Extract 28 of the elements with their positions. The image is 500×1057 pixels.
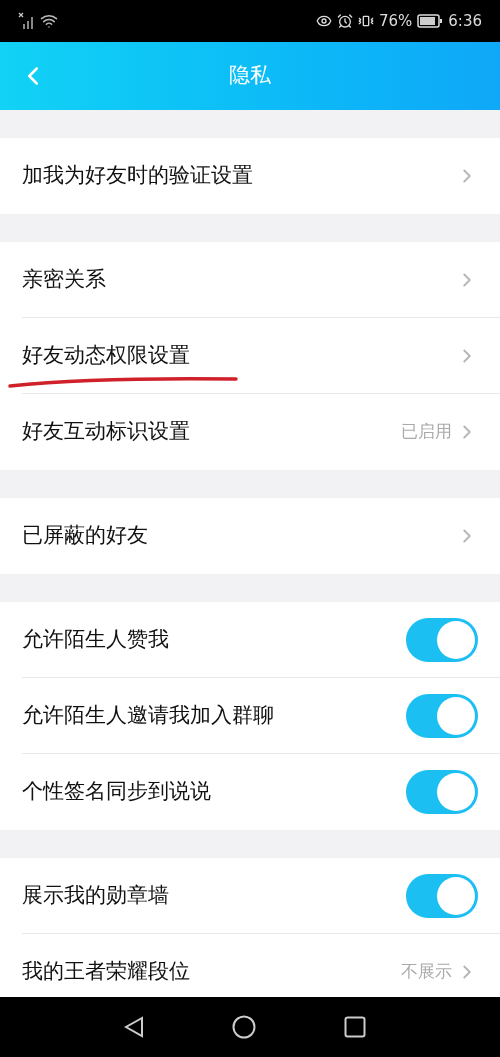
setting-label: 个性签名同步到说说 — [22, 778, 211, 806]
setting-value: 不展示 — [401, 960, 452, 984]
setting-label: 允许陌生人邀请我加入群聊 — [22, 702, 274, 730]
battery-percent: 76% — [378, 10, 413, 32]
toggle-switch[interactable] — [406, 874, 478, 918]
wifi-icon — [40, 12, 58, 30]
recents-square-icon[interactable] — [344, 1016, 366, 1038]
setting-label: 已屏蔽的好友 — [22, 522, 148, 550]
toggle-switch[interactable] — [406, 618, 478, 662]
clock-time: 6:36 — [448, 10, 482, 32]
page-title: 隐私 — [229, 62, 271, 90]
alarm-icon — [336, 13, 353, 29]
setting-label: 展示我的勋章墙 — [22, 882, 169, 910]
home-circle-icon[interactable] — [232, 1015, 256, 1039]
setting-label: 允许陌生人赞我 — [22, 626, 169, 654]
setting-label: 加我为好友时的验证设置 — [22, 162, 253, 190]
back-triangle-icon[interactable] — [124, 1016, 144, 1038]
setting-label: 亲密关系 — [22, 266, 106, 294]
battery-icon — [417, 14, 444, 28]
toggle-switch[interactable] — [406, 770, 478, 814]
vibrate-icon — [357, 13, 374, 29]
setting-value: 已启用 — [401, 420, 452, 444]
eye-icon — [315, 13, 332, 29]
signal-icon — [18, 12, 36, 30]
setting-label: 我的王者荣耀段位 — [22, 958, 190, 986]
setting-label: 好友互动标识设置 — [22, 418, 190, 446]
setting-label: 好友动态权限设置 — [22, 342, 190, 370]
toggle-switch[interactable] — [406, 694, 478, 738]
